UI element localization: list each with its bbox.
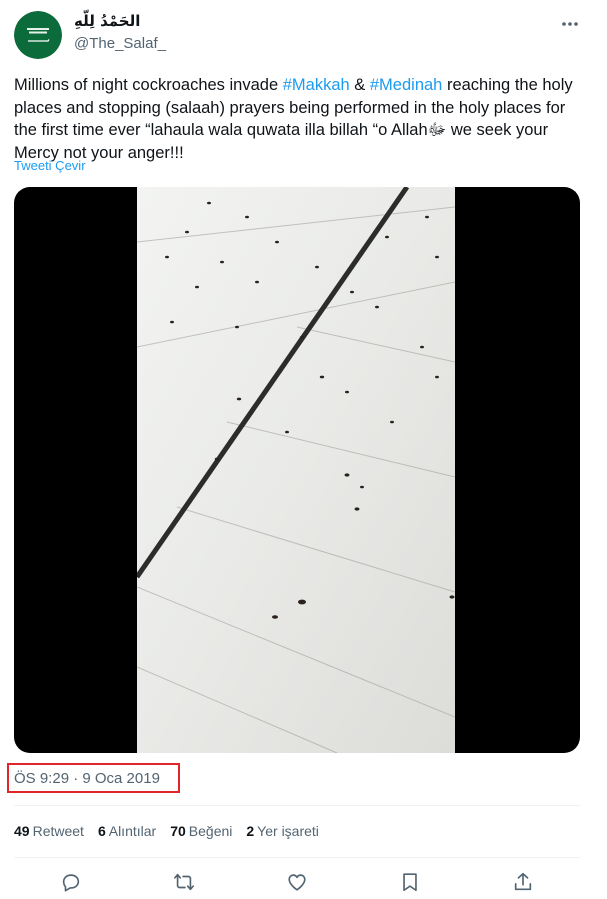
bookmark-icon[interactable] (397, 869, 423, 895)
action-bar (0, 869, 607, 895)
hashtag-medinah[interactable]: #Medinah (370, 76, 442, 94)
stat-label: Retweet (32, 823, 84, 839)
video-frame (137, 187, 455, 753)
display-name[interactable]: الحَمْدُ لِلّهِ (74, 12, 140, 30)
divider (14, 805, 580, 806)
stat-count: 49 (14, 823, 30, 839)
tweet-text: Millions of night cockroaches invade #Ma… (14, 74, 589, 164)
reply-icon[interactable] (58, 869, 84, 895)
stat-bookmarks[interactable]: 2 Yer işareti (246, 823, 319, 839)
stat-label: Alıntılar (108, 823, 157, 839)
tweet: الحَمْدُ لِلّهِ @The_Salaf_ Millions of … (0, 0, 607, 899)
tweet-text-part: & (349, 76, 370, 94)
saudi-flag-icon (14, 11, 62, 59)
tweet-stats: 49 Retweet 6 Alıntılar 70 Beğeni 2 Yer işare… (14, 823, 333, 839)
tweet-video[interactable] (14, 187, 580, 753)
stat-label: Beğeni (188, 823, 233, 839)
stat-retweets[interactable]: 49 Retweet (14, 823, 84, 839)
stat-label: Yer işareti (257, 823, 319, 839)
stat-quotes[interactable]: 6 Alıntılar (98, 823, 156, 839)
retweet-icon[interactable] (171, 869, 197, 895)
tweet-text-part: Millions of night cockroaches invade (14, 76, 283, 94)
hashtag-makkah[interactable]: #Makkah (283, 76, 350, 94)
more-options-icon[interactable] (558, 12, 582, 36)
user-handle[interactable]: @The_Salaf_ (74, 35, 166, 52)
share-icon[interactable] (510, 869, 536, 895)
stat-count: 2 (246, 823, 255, 839)
tweet-timestamp[interactable]: ÖS 9:29 · 9 Oca 2019 (14, 770, 160, 787)
translate-tweet-link[interactable]: Tweeti Çevir (14, 158, 86, 173)
divider (14, 857, 580, 858)
stat-count: 70 (170, 823, 186, 839)
like-icon[interactable] (284, 869, 310, 895)
avatar[interactable] (14, 11, 62, 59)
stat-count: 6 (97, 823, 106, 839)
stat-likes[interactable]: 70 Beğeni (170, 823, 232, 839)
